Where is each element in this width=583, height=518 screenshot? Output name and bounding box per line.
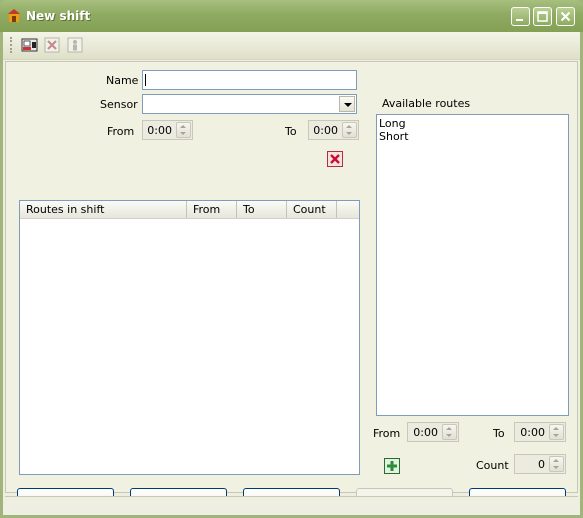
available-routes-list[interactable]: Long Short: [376, 114, 569, 416]
table-header: Routes in shift From To Count: [20, 201, 359, 219]
minimize-button[interactable]: [511, 7, 530, 26]
available-from-spinner[interactable]: 0:00: [407, 422, 459, 442]
text-caret: [145, 74, 146, 86]
column-to[interactable]: To: [237, 201, 287, 218]
available-to-label: To: [493, 427, 505, 440]
toolbar: [3, 32, 580, 60]
status-bar: [5, 496, 578, 514]
routes-in-shift-table[interactable]: Routes in shift From To Count: [19, 200, 360, 475]
main-panel: Name Sensor From 0:00 To 0:00 Routes in …: [5, 61, 578, 514]
close-icon: [560, 11, 571, 22]
count-label: Count: [476, 459, 509, 472]
count-spinner[interactable]: 0: [514, 454, 566, 474]
to-time-spin-buttons[interactable]: [342, 122, 357, 138]
from-label: From: [107, 125, 135, 138]
window-client: Name Sensor From 0:00 To 0:00 Routes in …: [3, 32, 580, 515]
name-label: Name: [106, 74, 139, 87]
green-plus-icon[interactable]: [384, 458, 400, 474]
maximize-icon: [537, 11, 548, 22]
to-label: To: [285, 125, 297, 138]
from-time-value: 0:00: [147, 124, 172, 137]
red-x-icon[interactable]: [327, 151, 343, 167]
list-item[interactable]: Long: [379, 117, 406, 130]
available-from-value: 0:00: [413, 426, 438, 439]
available-routes-label: Available routes: [382, 97, 471, 110]
list-item[interactable]: Short: [379, 130, 409, 143]
available-to-spinner[interactable]: 0:00: [514, 422, 566, 442]
column-from[interactable]: From: [187, 201, 237, 218]
name-field[interactable]: [142, 70, 357, 90]
person-icon[interactable]: [66, 36, 85, 54]
sensor-dropdown[interactable]: [142, 94, 357, 114]
count-spin-buttons[interactable]: [549, 456, 564, 472]
window-title: New shift: [26, 9, 91, 23]
delete-icon[interactable]: [43, 36, 62, 54]
count-value: 0: [538, 458, 545, 471]
column-routes-in-shift[interactable]: Routes in shift: [20, 201, 187, 218]
close-button[interactable]: [556, 7, 575, 26]
maximize-button[interactable]: [533, 7, 552, 26]
window: New shift Name Sensor From 0:00 To 0:00 …: [0, 0, 583, 518]
available-from-spin-buttons[interactable]: [442, 424, 457, 440]
chevron-down-icon[interactable]: [339, 96, 355, 112]
to-time-spinner[interactable]: 0:00: [308, 120, 359, 140]
minimize-icon: [516, 19, 523, 21]
available-to-value: 0:00: [520, 426, 545, 439]
save-icon[interactable]: [20, 36, 39, 54]
toolbar-grip[interactable]: [10, 37, 14, 53]
column-count[interactable]: Count: [287, 201, 337, 218]
title-bar[interactable]: New shift: [0, 0, 583, 32]
available-to-spin-buttons[interactable]: [549, 424, 564, 440]
from-time-spin-buttons[interactable]: [176, 122, 191, 138]
sensor-label: Sensor: [100, 98, 138, 111]
app-icon: [8, 9, 20, 22]
available-from-label: From: [373, 427, 401, 440]
to-time-value: 0:00: [313, 124, 338, 137]
from-time-spinner[interactable]: 0:00: [142, 120, 193, 140]
